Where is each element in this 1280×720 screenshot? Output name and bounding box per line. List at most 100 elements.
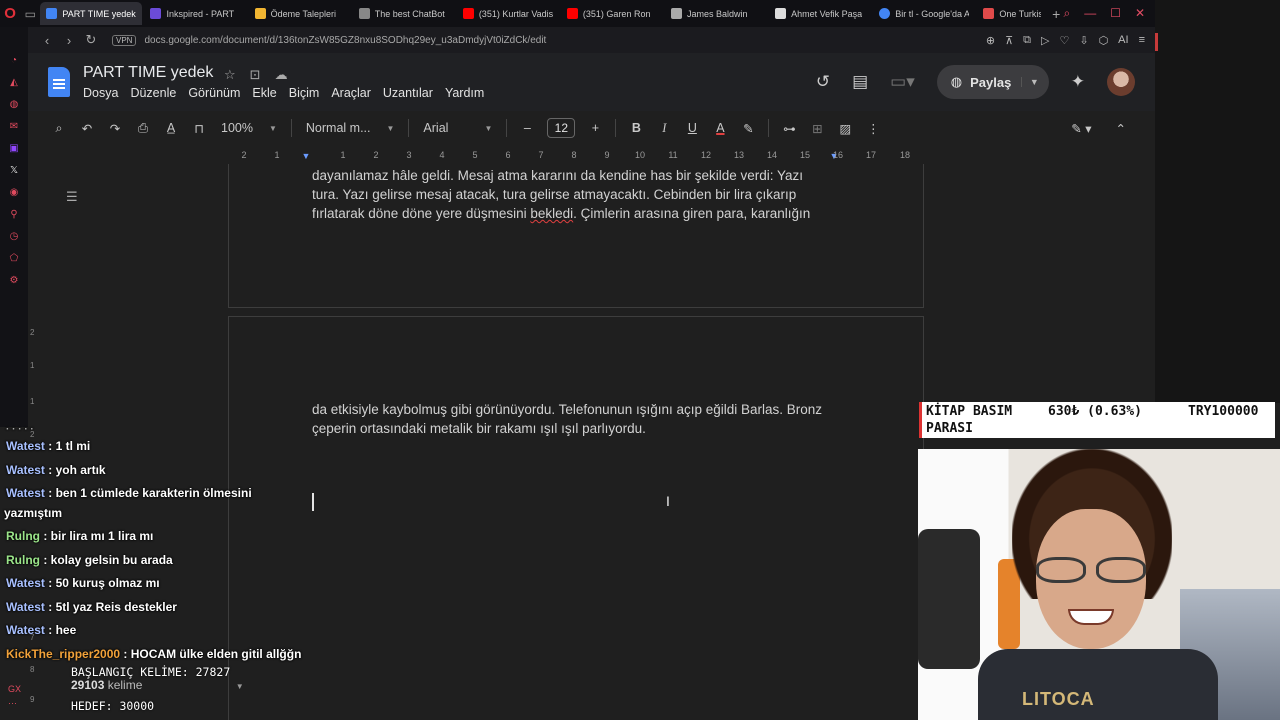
cloud-status-icon[interactable]: ☁ (275, 67, 288, 83)
menu-format[interactable]: Biçim (289, 86, 320, 100)
print-icon[interactable]: ⎙ (129, 121, 157, 136)
tab-baldwin[interactable]: James Baldwin (665, 3, 767, 24)
highlight-icon[interactable]: ✎ (734, 121, 762, 136)
vpn-badge[interactable]: VPN (112, 34, 137, 46)
forward-icon[interactable]: › (58, 33, 80, 48)
scrollbar[interactable] (1155, 33, 1158, 51)
pin-icon[interactable]: ⊼ (1005, 34, 1013, 47)
move-folder-icon[interactable]: ⊡ (250, 67, 261, 83)
extensions-sidebar-icon[interactable]: ⬠ (8, 253, 20, 265)
avatar[interactable] (1107, 68, 1135, 96)
document-page[interactable]: dayanılamaz hâle geldi. Mesaj atma karar… (228, 164, 924, 308)
twitch-icon[interactable]: ▣ (8, 143, 20, 155)
mail-icon[interactable]: ✉ (8, 121, 20, 133)
menu-insert[interactable]: Ekle (252, 86, 276, 100)
menu-edit[interactable]: Düzenle (130, 86, 176, 100)
menu-file[interactable]: Dosya (83, 86, 118, 100)
history-icon[interactable]: ◷ (8, 231, 20, 243)
ai-button[interactable]: AI (1118, 34, 1128, 47)
tab-youtube-1[interactable]: (351) Kurtlar Vadisi (457, 3, 559, 24)
close-window-icon[interactable]: ✕ (1135, 6, 1145, 21)
style-select[interactable]: Normal m... ▼ (298, 121, 403, 135)
tab-docs[interactable]: PART TIME yedek - Google (40, 2, 143, 25)
pinboard-icon[interactable]: ⚲ (8, 209, 20, 221)
snapshot-icon[interactable]: ⧉ (1023, 34, 1031, 47)
settings-icon[interactable]: ⚙ (8, 275, 20, 287)
url-field[interactable]: docs.google.com/document/d/136tonZsW85GZ… (144, 35, 985, 46)
new-tab-plus-icon[interactable]: + (1049, 6, 1063, 22)
more-options-icon[interactable]: ⋮ (859, 121, 887, 136)
tab-vefik[interactable]: Ahmet Vefik Paşa (769, 3, 871, 24)
font-select[interactable]: Arial ▼ (415, 121, 500, 135)
paragraph[interactable]: dayanılamaz hâle geldi. Mesaj atma karar… (312, 166, 833, 223)
minimize-icon[interactable]: — (1084, 6, 1096, 21)
editing-mode-icon[interactable]: ✎ ▾ (1071, 121, 1091, 136)
menu-tools[interactable]: Araçlar (331, 86, 371, 100)
meet-icon[interactable]: ▭▾ (890, 72, 915, 92)
paragraph[interactable]: da etkisiyle kaybolmuş gibi görünüyordu.… (312, 400, 833, 438)
document-outline-icon[interactable]: ☰ (66, 189, 78, 205)
decrease-font-icon[interactable]: – (513, 121, 541, 135)
opera-gx-icon[interactable]: GX (8, 682, 21, 696)
zoom-icon[interactable]: ⊕ (986, 34, 995, 47)
zoom-select[interactable]: 100% ▼ (213, 121, 285, 135)
messenger-icon[interactable]: ◍ (8, 99, 20, 111)
search-tabs-icon[interactable]: ⌕ (1063, 6, 1070, 21)
tab-payment[interactable]: Ödeme Talepleri (249, 3, 351, 24)
ruler-label: 5 (472, 150, 478, 160)
underline-icon[interactable]: U (678, 121, 706, 135)
redo-icon[interactable]: ↷ (101, 121, 129, 136)
extensions-icon[interactable]: ⬡ (1099, 34, 1109, 47)
document-title[interactable]: PART TIME yedek (83, 64, 213, 82)
tab-google-search[interactable]: Bir tl - Google'da Ara (873, 3, 975, 24)
menu-view[interactable]: Görünüm (188, 86, 240, 100)
tab-menu-icon[interactable]: ▭ (20, 7, 40, 21)
back-icon[interactable]: ‹ (36, 33, 58, 48)
paint-format-icon[interactable]: ⊓ (185, 121, 213, 136)
more-icon[interactable]: ··· (8, 696, 21, 710)
indent-marker-icon[interactable]: ▼ (298, 151, 314, 161)
version-history-icon[interactable]: ↺ (816, 72, 830, 92)
menu-extensions[interactable]: Uzantılar (383, 86, 433, 100)
misspelled-word[interactable]: bekledi (530, 206, 573, 221)
chevron-down-icon[interactable]: ▼ (1020, 77, 1039, 87)
star-icon[interactable]: ☆ (224, 67, 236, 83)
share-button[interactable]: ◍ Paylaş ▼ (936, 65, 1049, 99)
menu-help[interactable]: Yardım (445, 86, 484, 100)
bookmark-icon[interactable]: ♡ (1059, 34, 1069, 47)
add-comment-icon[interactable]: ⊞ (803, 121, 831, 136)
search-menus-icon[interactable]: ⌕ (45, 121, 73, 136)
text-color-icon[interactable]: A (706, 121, 734, 135)
word-count-badge[interactable]: 29103 kelime ▼ (71, 678, 244, 692)
tab-chatbot[interactable]: The best ChatBot (353, 3, 455, 24)
link-icon[interactable]: ⊶ (775, 121, 803, 136)
player-sidebar-icon[interactable]: ◉ (8, 187, 20, 199)
undo-icon[interactable]: ↶ (73, 121, 101, 136)
comments-icon[interactable]: ▤ (852, 72, 868, 92)
bold-icon[interactable]: B (622, 121, 650, 135)
player-icon[interactable]: ▷ (1041, 34, 1049, 47)
collapse-menus-icon[interactable]: ⌃ (1116, 121, 1126, 136)
italic-icon[interactable]: I (650, 121, 678, 136)
chatbot-favicon-icon (358, 8, 370, 19)
aria-icon[interactable]: ◔ (8, 55, 20, 67)
increase-font-icon[interactable]: + (581, 121, 609, 135)
insert-image-icon[interactable]: ▨ (831, 121, 859, 136)
document-page[interactable]: da etkisiyle kaybolmuş gibi görünüyordu.… (228, 316, 924, 720)
gemini-icon[interactable]: ✦ (1071, 72, 1085, 92)
tab-inkspired[interactable]: Inkspired - PART (144, 3, 246, 24)
download-icon[interactable]: ⇩ (1079, 34, 1088, 47)
bag-icon[interactable]: ◭ (8, 77, 20, 89)
tab-lira[interactable]: One Turkish Lira (977, 3, 1047, 24)
font-size-input[interactable]: 12 (547, 118, 576, 138)
docs-header: PART TIME yedek ☆ ⊡ ☁ Dosya Düzenle Görü… (28, 53, 1155, 111)
x-icon[interactable]: 𝕏 (8, 165, 20, 177)
tab-youtube-2[interactable]: (351) Garen Ron (561, 3, 663, 24)
docs-logo-icon[interactable] (48, 67, 70, 97)
tab-title: PART TIME yedek - Google (62, 8, 136, 19)
menu-icon[interactable]: ≡ (1139, 34, 1145, 47)
reload-icon[interactable]: ↻ (80, 32, 102, 48)
spellcheck-icon[interactable]: A̲ (157, 121, 185, 135)
maximize-icon[interactable]: ☐ (1110, 6, 1121, 21)
opera-logo-icon[interactable]: O (0, 5, 20, 22)
